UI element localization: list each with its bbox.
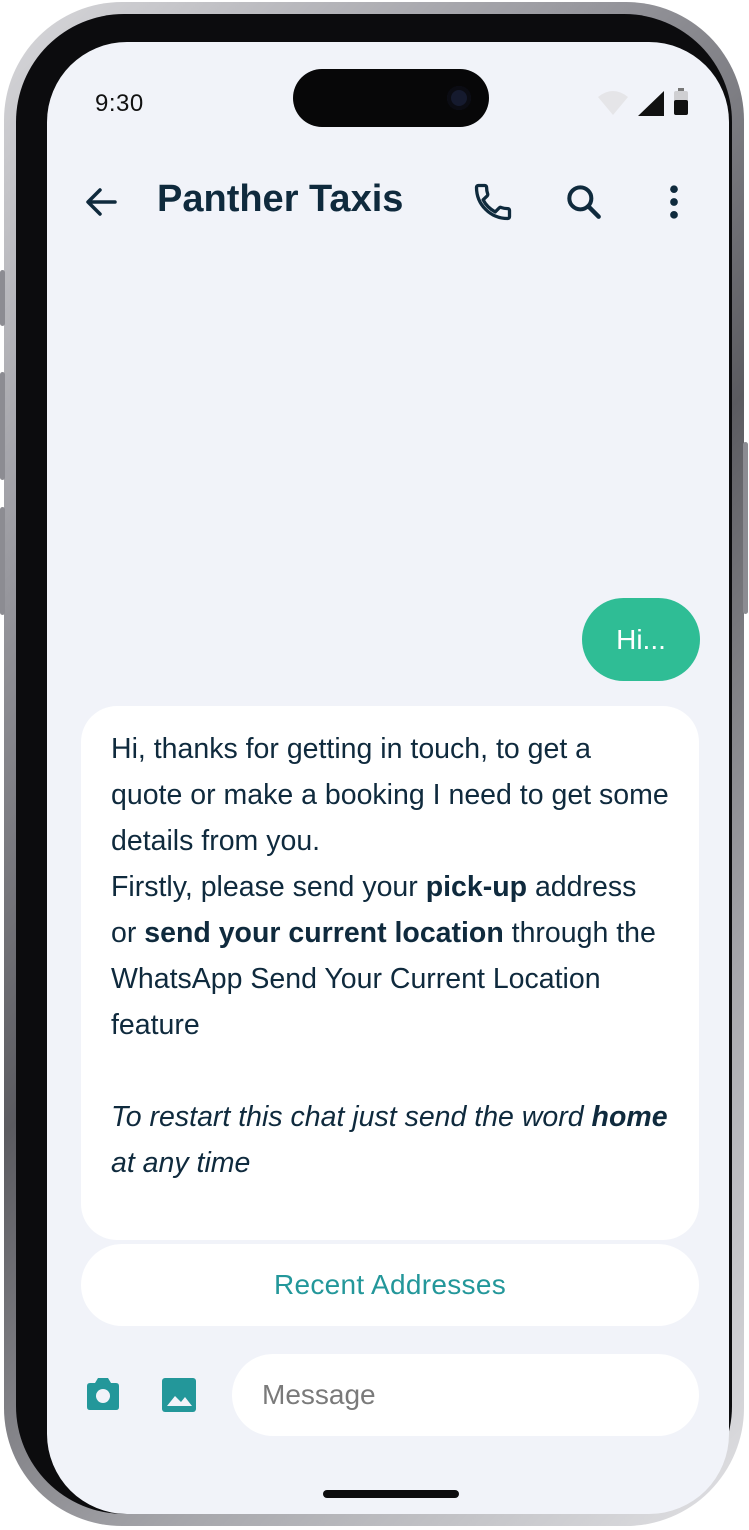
outgoing-message: Hi... xyxy=(582,598,700,681)
home-indicator[interactable] xyxy=(323,1490,459,1498)
chat-header: Panther Taxis xyxy=(47,172,729,232)
recent-addresses-label: Recent Addresses xyxy=(273,1269,507,1300)
camera-icon[interactable] xyxy=(83,1374,123,1414)
battery-icon xyxy=(674,88,688,115)
mute-switch xyxy=(0,270,5,326)
text-segment: To restart this chat just send the word xyxy=(111,1101,592,1133)
message-restart-note: To restart this chat just send the word … xyxy=(111,1094,669,1186)
bold-home: home xyxy=(591,1101,668,1133)
search-icon[interactable] xyxy=(562,180,606,224)
message-input[interactable] xyxy=(232,1354,699,1436)
front-camera xyxy=(447,86,471,110)
incoming-message: Hi, thanks for getting in touch, to get … xyxy=(81,706,699,1240)
status-icons xyxy=(597,88,689,116)
power-button xyxy=(743,442,748,614)
dynamic-island xyxy=(293,69,489,127)
screen: 9:30 Panther Taxis Hi... Hi, thanks for … xyxy=(47,42,729,1514)
phone-bezel: 9:30 Panther Taxis Hi... Hi, thanks for … xyxy=(16,14,732,1514)
volume-up-button xyxy=(0,372,5,480)
recent-addresses-button[interactable]: Recent Addresses xyxy=(81,1244,699,1326)
chat-title: Panther Taxis xyxy=(157,178,404,220)
more-vertical-icon[interactable] xyxy=(652,180,696,224)
message-paragraph-feature: WhatsApp Send Your Current Location feat… xyxy=(111,963,601,1041)
image-icon[interactable] xyxy=(160,1376,198,1414)
wifi-icon xyxy=(598,91,628,115)
message-paragraph-intro: Hi, thanks for getting in touch, to get … xyxy=(111,733,669,857)
phone-frame: 9:30 Panther Taxis Hi... Hi, thanks for … xyxy=(0,2,748,1526)
phone-icon[interactable] xyxy=(471,180,515,224)
message-paragraph-pickup: Firstly, please send your pick-up addres… xyxy=(111,864,669,956)
volume-down-button xyxy=(0,507,5,615)
back-arrow-icon[interactable] xyxy=(81,182,121,222)
outgoing-message-text: Hi... xyxy=(616,623,666,655)
bold-send-location: send your current location xyxy=(144,917,504,949)
text-segment: at any time xyxy=(111,1147,251,1179)
bold-pick-up: pick-up xyxy=(425,871,528,903)
text-segment: through the xyxy=(503,917,656,949)
cellular-signal-icon xyxy=(638,91,664,116)
status-time: 9:30 xyxy=(95,90,144,117)
text-segment: Firstly, please send your xyxy=(111,871,426,903)
